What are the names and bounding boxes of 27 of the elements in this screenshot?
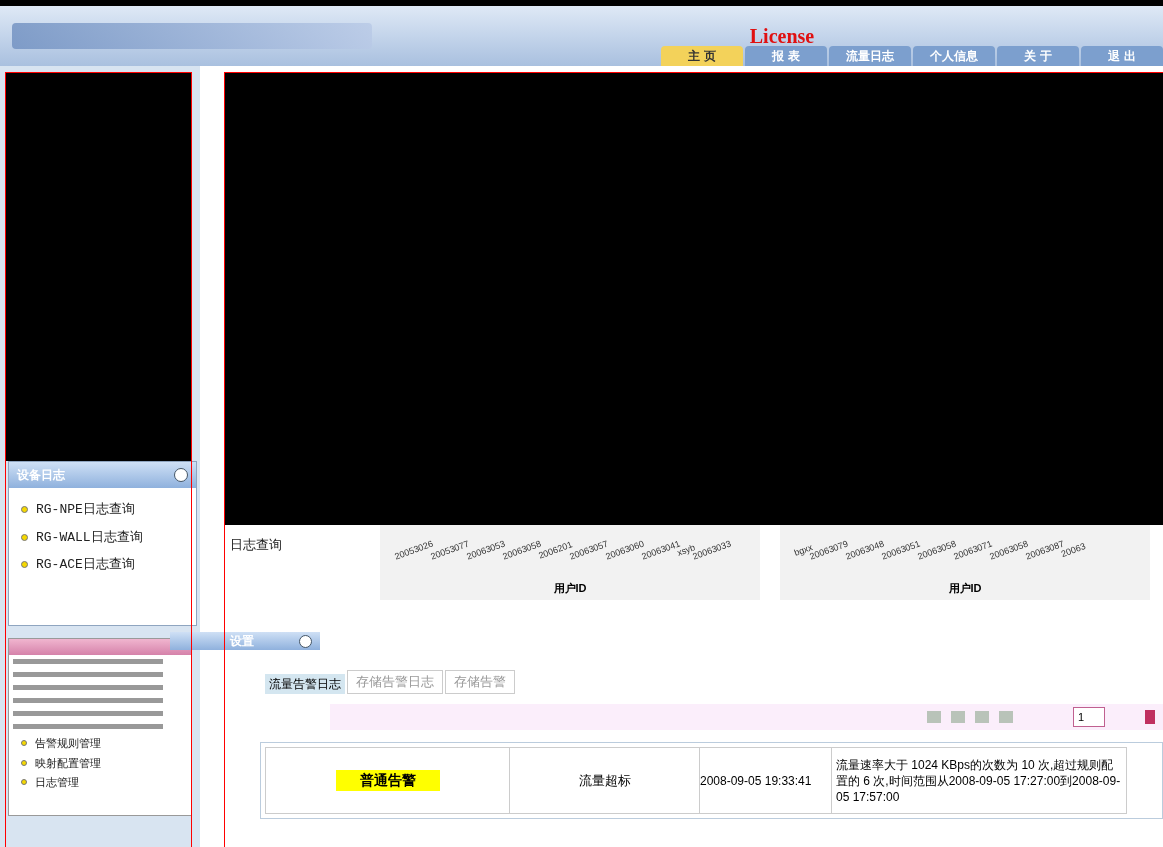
collapse-icon[interactable] — [299, 634, 312, 648]
bullet-icon — [21, 759, 27, 766]
page-input[interactable]: 1 — [1073, 707, 1105, 727]
menu-link[interactable]: 告警规则管理 — [35, 735, 101, 752]
axis-label: 用户ID — [948, 580, 982, 596]
bullet-icon — [21, 561, 28, 569]
license-label: License — [749, 26, 815, 46]
panel-title: 设备日志 — [17, 467, 65, 484]
menu-link[interactable]: 日志管理 — [35, 774, 79, 791]
nav-tab[interactable]: 主 页 — [661, 46, 743, 66]
menu-link[interactable]: RG-NPE日志查询 — [36, 500, 135, 520]
collapse-icon[interactable] — [174, 468, 188, 482]
menu-link[interactable]: RG-WALL日志查询 — [36, 527, 143, 547]
bullet-icon — [21, 506, 28, 514]
table-cell: 2008-09-05 19:33:41 — [699, 747, 832, 814]
panel-title: 设置 — [230, 633, 254, 650]
table-cell: 流量超标 — [509, 747, 700, 814]
menu-link[interactable]: 日志查询 — [230, 537, 282, 552]
severity-label: 普通告警 — [335, 770, 440, 791]
log-tab[interactable]: 流量告警日志 — [265, 674, 345, 694]
axis-label: 用户ID — [553, 580, 587, 596]
menu-link[interactable]: 映射配置管理 — [35, 754, 101, 771]
bullet-icon — [21, 779, 27, 786]
menu-link[interactable]: RG-ACE日志查询 — [36, 555, 135, 575]
bullet-icon — [21, 533, 28, 541]
bullet-icon — [21, 740, 27, 747]
table-cell: 流量速率大于 1024 KBps的次数为 10 次,超过规则配置的 6 次,时间范围从2008-09-05 17:27:00到2008-09-05 17:57:00 — [831, 747, 1127, 814]
